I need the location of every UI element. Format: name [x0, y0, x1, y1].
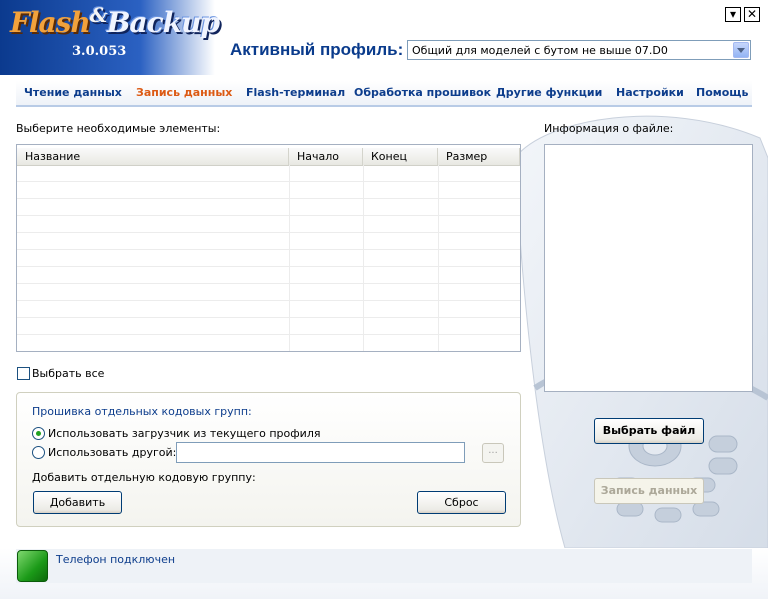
table-row[interactable] — [17, 182, 520, 199]
logo-flash-text: Flash — [10, 6, 91, 39]
tab-write-data[interactable]: Запись данных — [136, 86, 232, 99]
elements-table[interactable]: Название Начало Конец Размер — [16, 144, 521, 352]
radio-use-other-loader[interactable] — [32, 446, 45, 459]
elements-table-header: Название Начало Конец Размер — [17, 148, 520, 166]
file-info-box — [544, 144, 753, 392]
table-row[interactable] — [17, 318, 520, 335]
minimize-button[interactable]: ▾ — [725, 7, 741, 22]
table-row[interactable] — [17, 199, 520, 216]
select-all-label[interactable]: Выбрать все — [32, 367, 104, 380]
app-version: 3.0.053 — [72, 44, 127, 59]
active-profile-select[interactable]: Общий для моделей с бутом не выше 07.D0 — [407, 40, 751, 60]
tab-read-data[interactable]: Чтение данных — [24, 86, 122, 99]
reset-button[interactable]: Сброс — [417, 491, 506, 514]
choose-file-button[interactable]: Выбрать файл — [594, 418, 704, 444]
tab-flash-terminal[interactable]: Flash-терминал — [246, 86, 345, 99]
column-divider — [289, 165, 290, 351]
browse-button[interactable]: ... — [482, 443, 504, 463]
code-groups-title: Прошивка отдельных кодовых групп: — [32, 405, 252, 418]
file-info-label: Информация о файле: — [544, 122, 674, 135]
column-divider — [438, 165, 439, 351]
tab-firmware-processing[interactable]: Обработка прошивок — [354, 86, 491, 99]
logo-amp-text: & — [89, 3, 108, 27]
column-header-name[interactable]: Название — [17, 148, 289, 165]
logo-backup-text: Backup — [106, 6, 220, 39]
active-profile-label: Активный профиль: — [230, 40, 404, 59]
add-code-group-label: Добавить отдельную кодовую группу: — [32, 471, 256, 484]
table-row[interactable] — [17, 301, 520, 318]
write-data-button[interactable]: Запись данных — [594, 478, 704, 504]
phone-connected-icon — [17, 550, 48, 582]
active-profile-value: Общий для моделей с бутом не выше 07.D0 — [412, 44, 668, 57]
table-row[interactable] — [17, 250, 520, 267]
select-all-checkbox[interactable] — [17, 367, 30, 380]
column-header-start[interactable]: Начало — [289, 148, 363, 165]
table-row[interactable] — [17, 284, 520, 301]
close-button[interactable]: ✕ — [744, 7, 760, 22]
app-logo: Flash&Backup — [10, 3, 220, 39]
column-header-end[interactable]: Конец — [363, 148, 438, 165]
add-button[interactable]: Добавить — [33, 491, 122, 514]
elements-label: Выберите необходимые элементы: — [16, 122, 221, 135]
column-divider — [363, 165, 364, 351]
chevron-down-icon[interactable] — [733, 42, 749, 58]
table-row[interactable] — [17, 267, 520, 284]
app-header: Flash&Backup 3.0.053 Активный профиль: О… — [0, 0, 768, 75]
table-row[interactable] — [17, 216, 520, 233]
table-row[interactable] — [17, 233, 520, 250]
other-loader-path-input[interactable] — [176, 442, 465, 463]
radio-use-current-loader-label[interactable]: Использовать загрузчик из текущего профи… — [48, 427, 320, 440]
radio-use-current-loader[interactable] — [32, 427, 45, 440]
radio-use-other-loader-label[interactable]: Использовать другой: — [48, 446, 176, 459]
table-row[interactable] — [17, 165, 520, 182]
table-row[interactable] — [17, 335, 520, 351]
column-header-size[interactable]: Размер — [438, 148, 520, 165]
status-text: Телефон подключен — [56, 553, 176, 566]
